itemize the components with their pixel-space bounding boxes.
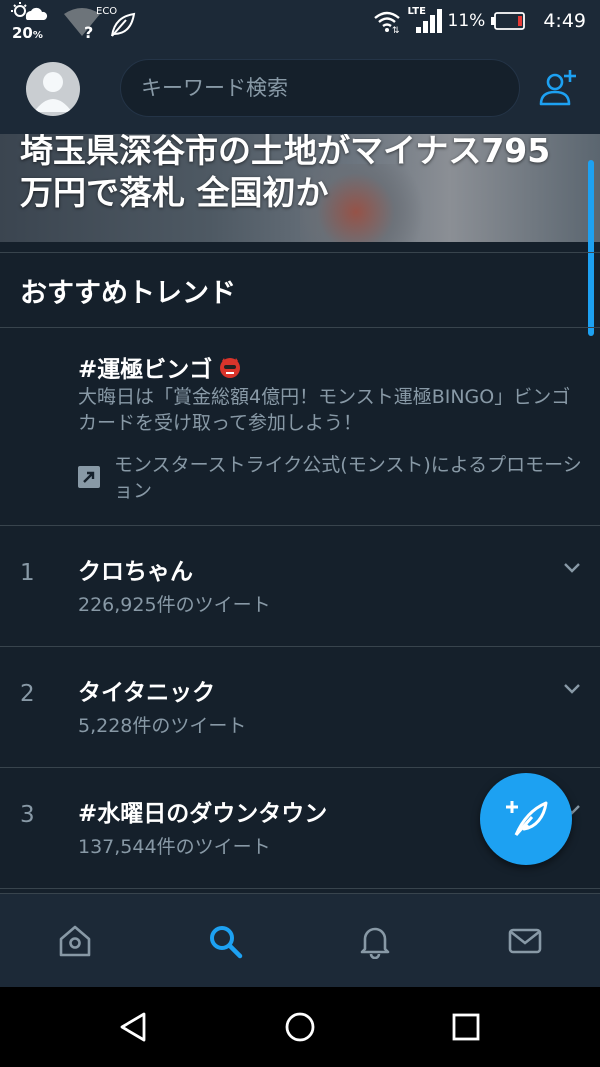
home-icon <box>59 925 91 957</box>
search-input[interactable] <box>141 60 501 116</box>
mail-icon <box>508 928 542 954</box>
chevron-down-icon[interactable] <box>560 556 584 580</box>
app-header <box>0 42 600 134</box>
system-navigation-bar <box>0 987 600 1067</box>
svg-text:?: ? <box>84 23 93 40</box>
promoted-description: 大晦日は「賞金総額4億円！モンスト運極BINGO」ビンゴカードを受け取って参加し… <box>78 386 571 434</box>
signal-icon: LTE <box>408 6 442 35</box>
section-title: おすすめトレンド <box>20 278 236 309</box>
status-bar: 20% ? ECO ⇅ LTE 11% 4:49 <box>0 0 600 42</box>
trend-name: #水曜日のダウンタウン <box>78 801 328 827</box>
nav-search[interactable] <box>150 894 300 988</box>
trend-name: タイタニック <box>78 680 216 706</box>
status-right: ⇅ LTE 11% 4:49 <box>372 0 586 42</box>
back-icon[interactable] <box>116 1009 152 1045</box>
battery-percent: 11% <box>447 11 486 31</box>
trend-rank: 1 <box>20 560 35 586</box>
promoted-trend[interactable]: #運極ビンゴ 大晦日は「賞金総額4億円！モンスト運極BINGO」ビンゴカードを受… <box>0 328 600 526</box>
news-hero[interactable]: 埼玉県深谷市の土地がマイナス795万円で落札 全国初か <box>0 134 600 242</box>
home-circle-icon[interactable] <box>282 1009 318 1045</box>
trend-tweet-count: 137,544件のツイート <box>78 836 271 858</box>
trend-rank: 3 <box>20 802 35 828</box>
hero-headline: 埼玉県深谷市の土地がマイナス795万円で落札 全国初か <box>20 134 551 212</box>
trends-section-header: おすすめトレンド <box>0 252 600 328</box>
add-user-icon <box>539 70 576 106</box>
clock: 4:49 <box>543 10 586 32</box>
nav-home[interactable] <box>0 894 150 988</box>
nav-messages[interactable] <box>450 894 600 988</box>
promoted-by: モンスターストライク公式(モンスト)によるプロモーション <box>114 454 582 502</box>
search-bar[interactable] <box>120 59 520 117</box>
search-icon <box>210 926 243 959</box>
bell-icon <box>360 927 390 959</box>
chevron-down-icon[interactable] <box>560 677 584 701</box>
temperature: 20% <box>12 24 43 42</box>
wifi-icon: ⇅ <box>373 11 400 33</box>
trend-item[interactable]: 1 クロちゃん 226,925件のツイート <box>0 526 600 647</box>
profile-avatar[interactable] <box>26 62 80 116</box>
trend-rank: 2 <box>20 681 35 707</box>
battery-icon <box>491 12 526 30</box>
promoted-hashtag-text: #運極ビンゴ <box>78 357 213 383</box>
default-avatar-icon <box>34 72 72 112</box>
eco-leaf-icon: ECO <box>96 6 140 40</box>
trend-item[interactable]: 2 タイタニック 5,228件のツイート <box>0 647 600 768</box>
promoted-hashtag: #運極ビンゴ <box>78 350 242 384</box>
trend-tweet-count: 226,925件のツイート <box>78 594 271 616</box>
svg-text:⇅: ⇅ <box>392 26 400 33</box>
recent-apps-icon[interactable] <box>448 1009 484 1045</box>
compose-tweet-icon <box>506 801 548 836</box>
add-user-button[interactable] <box>538 68 582 108</box>
trend-tweet-count: 5,228件のツイート <box>78 715 247 737</box>
promoted-arrow-icon <box>78 466 100 488</box>
nav-notifications[interactable] <box>300 894 450 988</box>
trend-name: クロちゃん <box>78 559 193 585</box>
compose-tweet-button[interactable] <box>480 773 572 865</box>
bottom-navigation <box>0 893 600 987</box>
monster-emoji-icon <box>220 358 241 378</box>
